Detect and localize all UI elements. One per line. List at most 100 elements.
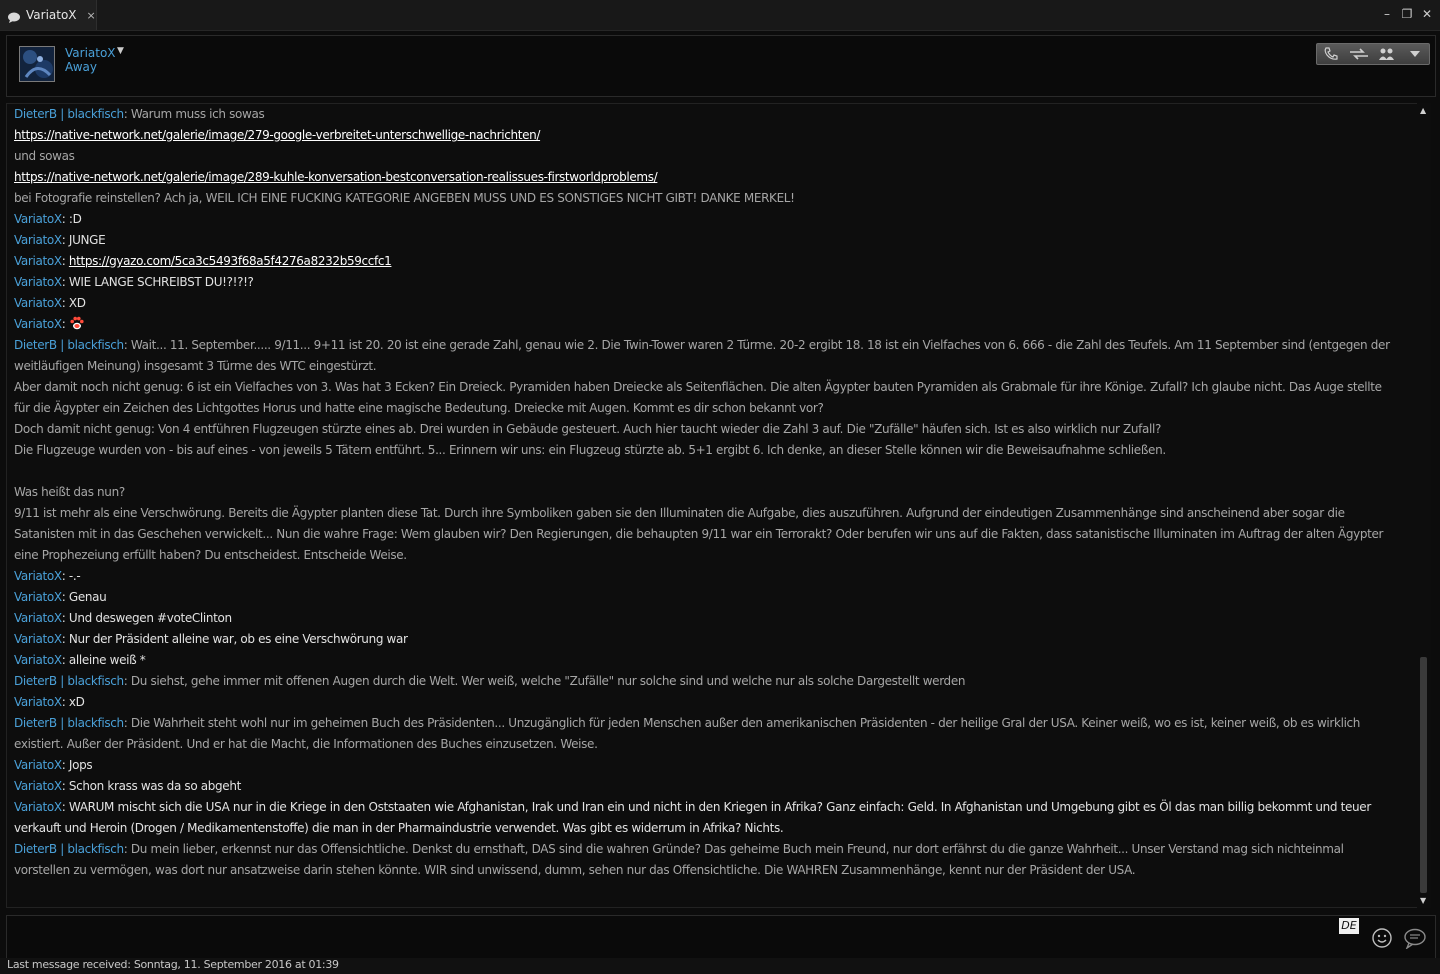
- send-message-icon[interactable]: [1403, 927, 1427, 950]
- message-text: -.-: [68, 569, 81, 583]
- message-text: Jops: [68, 758, 93, 772]
- chat-message: VariatoX:: [7, 314, 1417, 335]
- sender-separator: :: [123, 107, 131, 121]
- message-sender[interactable]: VariatoX: [14, 779, 62, 793]
- message-input[interactable]: DE: [6, 915, 1436, 959]
- chat-tab[interactable]: VariatoX ×: [0, 0, 97, 30]
- sender-separator: :: [61, 233, 69, 247]
- chat-message: Was heißt das nun?: [7, 482, 1417, 503]
- contact-header: VariatoX ▼ Away: [6, 35, 1436, 97]
- message-sender[interactable]: VariatoX: [14, 254, 62, 268]
- title-bar: VariatoX × – ❐ ✕: [0, 0, 1440, 31]
- message-text: Die Flugzeuge wurden von - bis auf eines…: [14, 443, 1166, 457]
- chat-message: VariatoX: Nur der Präsident alleine war,…: [7, 629, 1417, 650]
- language-indicator[interactable]: DE: [1339, 918, 1359, 934]
- message-text: Aber damit noch nicht genug: 6 ist ein V…: [14, 380, 1382, 415]
- message-text: XD: [68, 296, 86, 310]
- chat-spacer: [7, 461, 1417, 482]
- message-link[interactable]: https://native-network.net/galerie/image…: [14, 128, 540, 142]
- chat-message: VariatoX: alleine weiß *: [7, 650, 1417, 671]
- chat-message: DieterB | blackfisch: Die Wahrheit steht…: [7, 713, 1417, 755]
- restore-icon[interactable]: ❐: [1400, 7, 1414, 21]
- message-sender[interactable]: VariatoX: [14, 653, 62, 667]
- sender-separator: :: [61, 317, 69, 331]
- chat-message: VariatoX: JUNGE: [7, 230, 1417, 251]
- tab-close-icon[interactable]: ×: [87, 9, 96, 22]
- message-text: 9/11 ist mehr als eine Verschwörung. Ber…: [14, 506, 1384, 562]
- message-text: JUNGE: [68, 233, 106, 247]
- chat-log[interactable]: DieterB | blackfisch: Warum muss ich sow…: [6, 103, 1418, 908]
- sender-separator: :: [123, 338, 131, 352]
- phone-icon[interactable]: [1317, 44, 1345, 64]
- chat-message: VariatoX: XD: [7, 293, 1417, 314]
- chat-scrollbar[interactable]: ▲ ▼: [1417, 103, 1431, 908]
- message-text: WARUM mischt sich die USA nur in die Kri…: [14, 800, 1371, 835]
- sender-separator: :: [123, 674, 131, 688]
- message-sender[interactable]: VariatoX: [14, 212, 62, 226]
- message-text: Und deswegen #voteClinton: [68, 611, 232, 625]
- message-sender[interactable]: VariatoX: [14, 296, 62, 310]
- sender-separator: :: [61, 275, 69, 289]
- sender-separator: :: [123, 716, 131, 730]
- message-link[interactable]: https://gyazo.com/5ca3c5493f68a5f4276a82…: [69, 254, 392, 268]
- chat-message: Doch damit nicht genug: Von 4 entführen …: [7, 419, 1417, 440]
- chat-message: und sowas: [7, 146, 1417, 167]
- sender-separator: :: [61, 569, 69, 583]
- sender-separator: :: [61, 212, 69, 226]
- message-sender[interactable]: DieterB | blackfisch: [14, 716, 124, 730]
- contact-status: Away: [65, 60, 97, 74]
- message-sender[interactable]: VariatoX: [14, 569, 62, 583]
- message-sender[interactable]: VariatoX: [14, 590, 62, 604]
- sender-separator: :: [61, 254, 69, 268]
- minimize-icon[interactable]: –: [1380, 7, 1394, 21]
- chat-message: https://native-network.net/galerie/image…: [7, 125, 1417, 146]
- chat-message: VariatoX: Und deswegen #voteClinton: [7, 608, 1417, 629]
- sender-separator: :: [61, 779, 69, 793]
- chat-message: Aber damit noch nicht genug: 6 ist ein V…: [7, 377, 1417, 419]
- emoji-icon[interactable]: [1371, 927, 1393, 949]
- window-controls: – ❐ ✕: [1380, 7, 1434, 21]
- message-text: bei Fotografie reinstellen? Ach ja, WEIL…: [14, 191, 795, 205]
- message-sender[interactable]: VariatoX: [14, 233, 62, 247]
- sender-separator: :: [61, 611, 69, 625]
- message-link[interactable]: https://native-network.net/galerie/image…: [14, 170, 658, 184]
- message-sender[interactable]: DieterB | blackfisch: [14, 842, 124, 856]
- contact-menu-caret-icon[interactable]: ▼: [117, 46, 124, 56]
- scroll-up-icon[interactable]: ▲: [1420, 106, 1426, 115]
- message-text: xD: [68, 695, 85, 709]
- tab-title: VariatoX: [26, 8, 77, 22]
- chat-message: VariatoX: -.-: [7, 566, 1417, 587]
- message-sender[interactable]: VariatoX: [14, 275, 62, 289]
- chat-message: VariatoX: :D: [7, 209, 1417, 230]
- message-text: Wait... 11. September..... 9/11... 9+11 …: [14, 338, 1390, 373]
- message-text: Schon krass was da so abgeht: [68, 779, 241, 793]
- contact-name[interactable]: VariatoX: [65, 46, 116, 60]
- chat-message: VariatoX: WIE LANGE SCHREIBST DU!?!?!?: [7, 272, 1417, 293]
- chat-message: VariatoX: https://gyazo.com/5ca3c5493f68…: [7, 251, 1417, 272]
- sender-separator: :: [61, 758, 69, 772]
- sender-separator: :: [61, 632, 69, 646]
- message-sender[interactable]: DieterB | blackfisch: [14, 338, 124, 352]
- message-sender[interactable]: VariatoX: [14, 632, 62, 646]
- message-sender[interactable]: VariatoX: [14, 611, 62, 625]
- avatar[interactable]: [19, 46, 55, 82]
- scrollbar-thumb[interactable]: [1420, 657, 1427, 893]
- more-dropdown-icon[interactable]: [1401, 44, 1429, 64]
- message-sender[interactable]: VariatoX: [14, 317, 62, 331]
- close-window-icon[interactable]: ✕: [1420, 7, 1434, 21]
- chat-message: VariatoX: Jops: [7, 755, 1417, 776]
- add-participants-icon[interactable]: [1373, 44, 1401, 64]
- message-sender[interactable]: DieterB | blackfisch: [14, 674, 124, 688]
- message-sender[interactable]: VariatoX: [14, 800, 62, 814]
- message-text: Doch damit nicht genug: Von 4 entführen …: [14, 422, 1162, 436]
- scroll-down-icon[interactable]: ▼: [1420, 896, 1426, 905]
- message-sender[interactable]: DieterB | blackfisch: [14, 107, 124, 121]
- message-sender[interactable]: VariatoX: [14, 758, 62, 772]
- file-transfer-icon[interactable]: [1345, 44, 1373, 64]
- message-sender[interactable]: VariatoX: [14, 695, 62, 709]
- chat-message: VariatoX: WARUM mischt sich die USA nur …: [7, 797, 1417, 839]
- message-text: Die Wahrheit steht wohl nur im geheimen …: [14, 716, 1361, 751]
- call-toolbar: [1316, 43, 1430, 65]
- paw-emoticon-icon: [69, 316, 85, 331]
- sender-separator: :: [123, 842, 131, 856]
